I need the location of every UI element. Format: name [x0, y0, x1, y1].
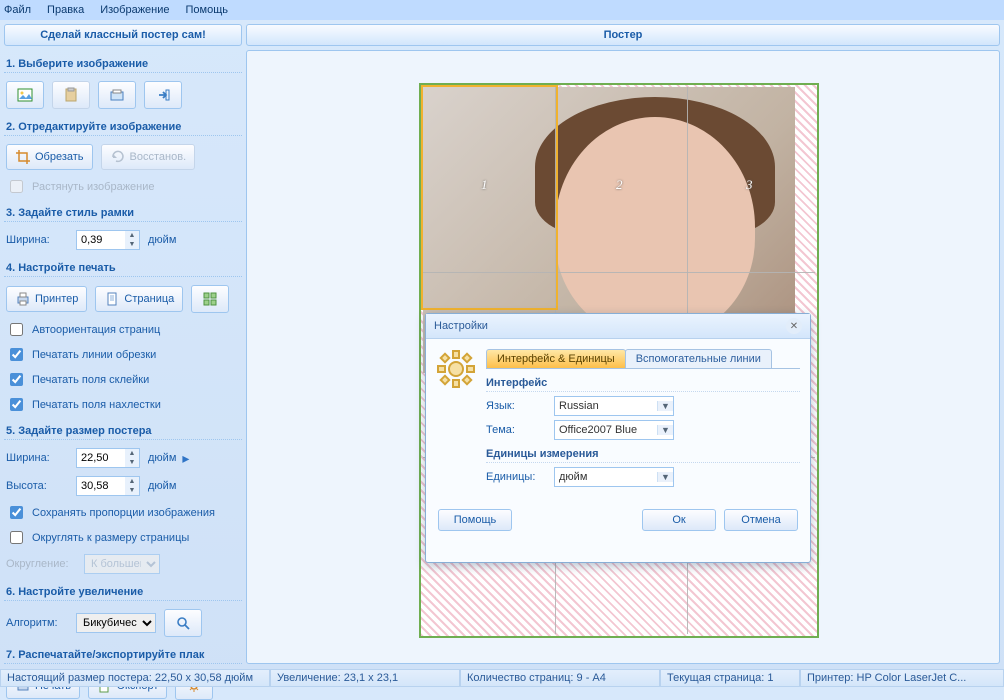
dialog-cancel-button[interactable]: Отмена — [724, 509, 798, 531]
magnifier-icon — [175, 615, 191, 631]
dialog-ok-button[interactable]: Ок — [642, 509, 716, 531]
gluefields-checkbox[interactable]: Печатать поля склейки — [6, 370, 240, 389]
gear-icon — [436, 349, 476, 389]
printer-icon — [15, 291, 31, 307]
selected-page-frame[interactable] — [421, 85, 558, 310]
cutlines-checkbox[interactable]: Печатать линии обрезки — [6, 345, 240, 364]
export-icon — [155, 87, 171, 103]
theme-combo[interactable]: Office2007 Blue▼ — [554, 420, 674, 440]
grid-icon — [202, 291, 218, 307]
section-2-head: 2. Отредактируйте изображение — [4, 117, 242, 136]
section-5-head: 5. Задайте размер постера — [4, 421, 242, 440]
page-number-3: 3 — [746, 177, 753, 193]
section-4-head: 4. Настройте печать — [4, 258, 242, 277]
page-number-2: 2 — [616, 177, 623, 193]
status-zoom: Увеличение: 23,1 x 23,1 — [270, 669, 460, 687]
units-combo[interactable]: дюйм▼ — [554, 467, 674, 487]
clipboard-icon — [63, 87, 79, 103]
page-grid-button[interactable] — [191, 285, 229, 313]
crop-button[interactable]: Обрезать — [6, 144, 93, 170]
scanner-button[interactable] — [98, 81, 136, 109]
poster-height-input[interactable]: ▲▼ — [76, 476, 140, 496]
group-interface: Интерфейс — [486, 377, 800, 392]
poster-width-input[interactable]: ▲▼ — [76, 448, 140, 468]
algo-label: Алгоритм: — [6, 617, 68, 629]
theme-label: Тема: — [486, 424, 546, 436]
section-7-head: 7. Распечатайте/экспортируйте плак — [4, 645, 242, 664]
settings-dialog: Настройки ✕ Интерфейс & Единицы Вспомога… — [425, 313, 811, 563]
stretch-checkbox[interactable]: Растянуть изображение — [6, 177, 240, 196]
close-icon: ✕ — [790, 321, 798, 332]
menu-file[interactable]: Файл — [4, 4, 31, 16]
units-label: Единицы: — [486, 471, 546, 483]
tab-guides[interactable]: Вспомогательные линии — [625, 349, 772, 368]
export-arrow-button[interactable] — [144, 81, 182, 109]
dialog-title: Настройки — [434, 320, 488, 332]
paste-button[interactable] — [52, 81, 90, 109]
restore-icon — [110, 149, 126, 165]
menu-edit[interactable]: Правка — [47, 4, 84, 16]
menu-help[interactable]: Помощь — [186, 4, 229, 16]
frame-width-label: Ширина: — [6, 234, 68, 246]
overlap-checkbox[interactable]: Печатать поля нахлестки — [6, 395, 240, 414]
sidebar-title-button[interactable]: Сделай классный постер сам! — [4, 24, 242, 46]
status-current-page: Текущая страница: 1 — [660, 669, 800, 687]
restore-button[interactable]: Восстанов. — [101, 144, 196, 170]
language-label: Язык: — [486, 400, 546, 412]
page-number-1: 1 — [481, 177, 488, 193]
status-pages: Количество страниц: 9 - A4 — [460, 669, 660, 687]
section-3-head: 3. Задайте стиль рамки — [4, 203, 242, 222]
dialog-help-button[interactable]: Помощь — [438, 509, 512, 531]
poster-width-unit: дюйм — [148, 452, 176, 464]
chevron-down-icon: ▼ — [657, 425, 673, 435]
chevron-down-icon: ▼ — [657, 472, 673, 482]
scanner-icon — [109, 87, 125, 103]
tab-interface-units[interactable]: Интерфейс & Единицы — [486, 349, 626, 368]
page-button[interactable]: Страница — [95, 286, 183, 312]
printer-button[interactable]: Принтер — [6, 286, 87, 312]
language-combo[interactable]: Russian▼ — [554, 396, 674, 416]
section-1-head: 1. Выберите изображение — [4, 54, 242, 73]
page-icon — [104, 291, 120, 307]
poster-width-label: Ширина: — [6, 452, 68, 464]
menu-image[interactable]: Изображение — [100, 4, 169, 16]
preview-zoom-button[interactable] — [164, 609, 202, 637]
frame-width-input[interactable]: ▲▼ — [76, 230, 140, 250]
auto-orient-checkbox[interactable]: Автоориентация страниц — [6, 320, 240, 339]
chevron-down-icon: ▼ — [657, 401, 673, 411]
crop-icon — [15, 149, 31, 165]
group-units: Единицы измерения — [486, 448, 800, 463]
round-checkbox[interactable]: Округлять к размеру страницы — [6, 528, 240, 547]
status-printer: Принтер: HP Color LaserJet C... — [800, 669, 1004, 687]
status-bar: Настоящий размер постера: 22,50 x 30,58 … — [0, 669, 1004, 687]
poster-height-unit: дюйм — [148, 480, 176, 492]
size-slider[interactable]: ▸ — [182, 450, 192, 467]
section-6-head: 6. Настройте увеличение — [4, 582, 242, 601]
frame-width-unit: дюйм — [148, 234, 176, 246]
poster-height-label: Высота: — [6, 480, 68, 492]
dialog-close-button[interactable]: ✕ — [786, 318, 802, 334]
open-image-button[interactable] — [6, 81, 44, 109]
picture-icon — [17, 87, 33, 103]
status-size: Настоящий размер постера: 22,50 x 30,58 … — [0, 669, 270, 687]
algo-combo[interactable]: Бикубическ — [76, 613, 156, 633]
keep-ratio-checkbox[interactable]: Сохранять пропорции изображения — [6, 503, 240, 522]
rounding-label: Округление: — [6, 558, 76, 570]
poster-panel-title: Постер — [246, 24, 1000, 46]
rounding-combo[interactable]: К большем — [84, 554, 160, 574]
